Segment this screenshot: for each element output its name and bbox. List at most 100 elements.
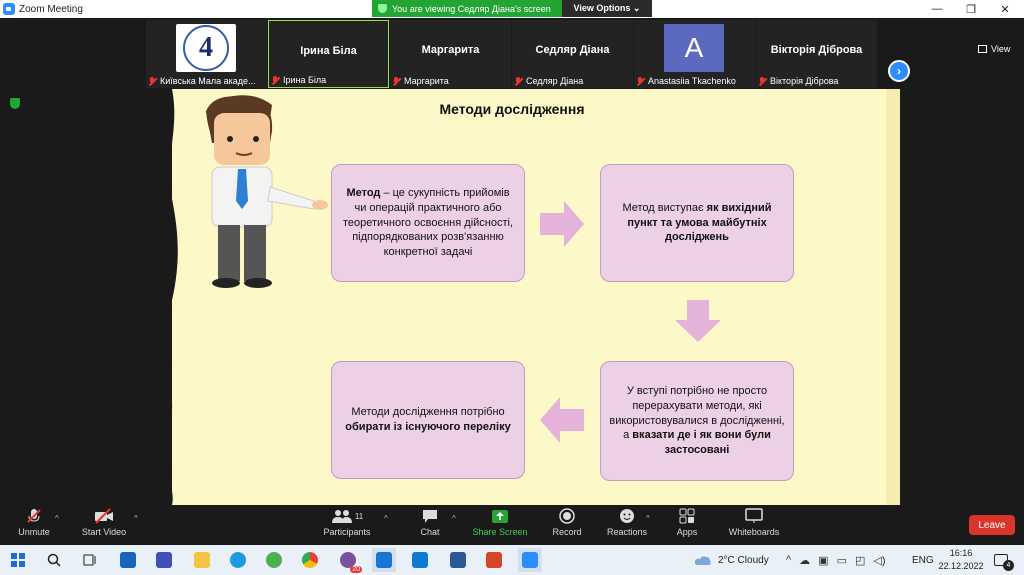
method-role-box: Метод виступає як вихідний пункт та умов… [600,164,794,282]
minimize-button[interactable]: — [920,0,954,18]
right-arrow-icon [540,201,584,247]
introduction-box: У вступі потрібно не просто перерахувати… [600,361,794,481]
word-icon[interactable] [446,548,470,572]
chat-icon [423,509,437,523]
file-explorer-icon[interactable] [190,548,214,572]
clock[interactable]: 16:16 22.12.2022 [936,547,986,573]
participant-display-name: Седляр Діана [535,44,610,56]
left-arrow-icon [540,397,584,443]
tray-icons[interactable]: ^ ☁ ▣ ▭ ◰ ◁) [786,545,886,575]
next-page-icon[interactable]: › [888,60,910,82]
onedrive-icon[interactable]: ☁ [799,554,810,567]
grid-view-icon [978,45,987,53]
muted-mic-icon [636,76,644,86]
unmute-button[interactable]: Unmute [14,505,54,545]
record-button[interactable]: Record [548,505,586,545]
participant-tile[interactable]: Ірина Біла Ірина Біла [268,20,389,88]
participant-tile[interactable]: Седляр Діана Седляр Діана [512,20,633,88]
chevron-up-icon[interactable]: ^ [786,554,791,566]
muted-microphone-icon [27,509,41,523]
mail-icon[interactable] [116,548,140,572]
participant-tile[interactable]: Вікторія Діброва Вікторія Діброва [756,20,877,88]
camera-icon[interactable]: ▣ [818,554,828,567]
start-icon[interactable] [6,548,30,572]
share-screen-label: Share Screen [472,527,528,537]
reactions-label: Reactions [606,527,648,537]
share-screen-icon [492,509,508,523]
zoom-taskbar-icon[interactable] [518,548,542,572]
share-screen-button[interactable]: Share Screen [470,505,530,545]
method-role-text: Метод виступає [622,201,707,214]
task-view-icon[interactable] [78,548,102,572]
participants-chevron-icon[interactable]: ^ [384,514,388,523]
view-options-button[interactable]: View Options ⌄ [562,0,652,17]
notification-count: 4 [1003,560,1014,571]
apps-icon [679,508,695,524]
participant-name: Вікторія Діброва [770,76,839,86]
whiteboards-button[interactable]: Whiteboards [726,505,782,545]
security-app-icon[interactable] [372,548,396,572]
windows-taskbar: 20 2°C Cloudy ^ ☁ ▣ ▭ ◰ ◁) ENG 16:16 22.… [0,545,1024,575]
viber-icon[interactable]: 20 [336,548,362,573]
photos-icon[interactable] [408,548,432,572]
participant-name: Anastasiia Tkachenko [648,76,736,86]
down-arrow-icon [675,300,721,342]
participants-button[interactable]: 11 Participants [322,505,372,545]
method-selection-text: Методи дослідження потрібно [351,406,505,419]
security-shield-icon[interactable] [10,98,20,109]
businessman-illustration [206,95,328,288]
record-label: Record [552,527,582,537]
network-icon[interactable]: ◰ [855,554,865,567]
introduction-bold: вказати де і як вони були застосовані [632,429,771,457]
viewing-text: You are viewing Седляр Діана's screen [392,3,551,14]
participant-name: Седляр Діана [526,76,584,86]
chat-button[interactable]: Chat [413,505,447,545]
method-definition-box: Метод – це сукупність прийомів чи операц… [331,164,525,282]
muted-mic-icon [392,76,400,86]
avatar: A [664,24,724,72]
apps-label: Apps [676,527,698,537]
meeting-toolbar: Unmute ^ Start Video ^ 11 Participants ^… [0,505,1024,545]
method-selection-bold: обирати із існуючого переліку [345,421,511,433]
participant-name: Ірина Біла [283,75,327,85]
viewing-indicator: You are viewing Седляр Діана's screen [372,0,562,17]
restore-button[interactable]: ❐ [954,0,988,18]
window-title: Zoom Meeting [19,3,83,15]
monitor-icon[interactable]: ▭ [837,554,847,567]
start-video-button[interactable]: Start Video [78,505,130,545]
smiley-icon [620,509,634,523]
view-button[interactable]: View [978,44,1010,54]
notifications-icon[interactable]: 4 [994,545,1014,575]
academy-logo-icon: 4 [176,24,236,72]
unmute-label: Unmute [18,527,50,537]
search-icon[interactable] [42,548,66,572]
chat-chevron-icon[interactable]: ^ [452,514,456,523]
torrent-icon[interactable] [262,548,286,572]
muted-mic-icon [758,76,766,86]
apps-button[interactable]: Apps [672,505,702,545]
participant-tile[interactable]: A Anastasiia Tkachenko [634,20,755,88]
whiteboards-label: Whiteboards [728,527,780,537]
video-options-chevron-icon[interactable]: ^ [134,514,138,523]
shared-screen: Методи дослідження Метод – це сукупність… [124,89,900,505]
edge-icon[interactable] [226,548,250,572]
powerpoint-icon[interactable] [482,548,506,572]
audio-options-chevron-icon[interactable]: ^ [55,514,59,523]
chrome-icon[interactable] [298,548,322,572]
store-icon[interactable] [152,548,176,572]
weather-widget[interactable]: 2°C Cloudy [694,545,769,575]
close-button[interactable]: ✕ [988,0,1022,18]
participants-strip: 4 Київська Мала акаде... Ірина Біла Ірин… [0,18,1024,88]
weather-text: 2°C Cloudy [718,554,769,566]
reactions-button[interactable]: Reactions [604,505,650,545]
reactions-chevron-icon[interactable]: ^ [646,514,650,523]
language-indicator[interactable]: ENG [912,545,934,575]
participant-tile[interactable]: 4 Київська Мала акаде... [146,20,267,88]
cloud-icon [694,556,711,565]
muted-mic-icon [148,76,156,86]
shield-icon [378,4,387,13]
participant-tile[interactable]: Маргарита Маргарита [390,20,511,88]
leave-button[interactable]: Leave [969,515,1015,535]
zoom-logo-icon [3,3,15,15]
volume-icon[interactable]: ◁) [873,554,885,567]
